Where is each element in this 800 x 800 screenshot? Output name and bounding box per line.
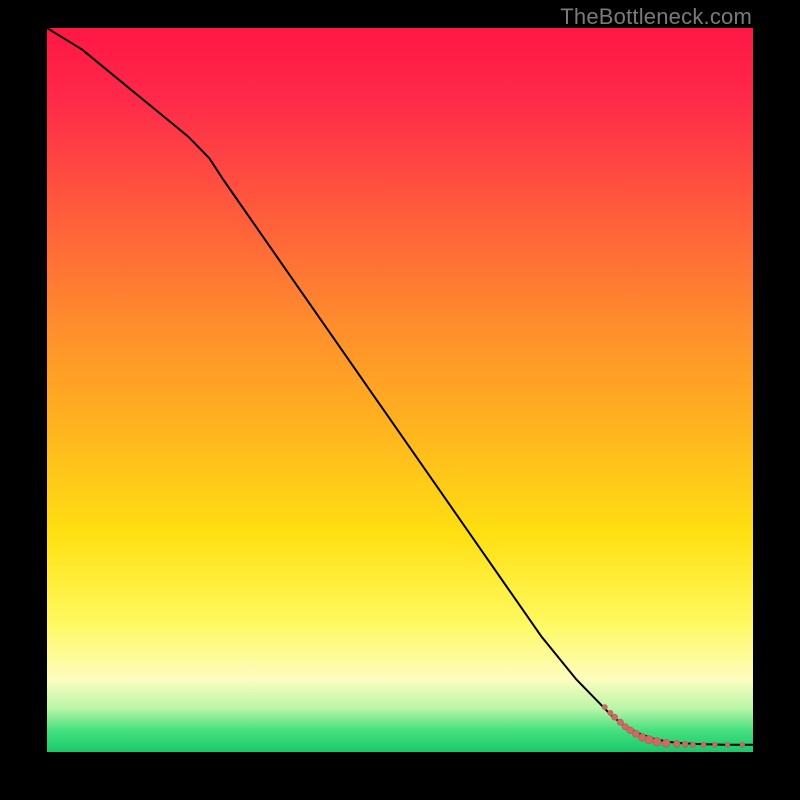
data-point (690, 742, 695, 747)
data-point (740, 742, 745, 747)
data-point (713, 742, 718, 747)
data-point (653, 738, 661, 746)
data-point (612, 714, 618, 720)
data-point (608, 710, 613, 715)
data-point (682, 741, 688, 747)
bottleneck-curve (47, 28, 753, 745)
data-point (602, 705, 607, 710)
data-point (725, 742, 730, 747)
data-point (673, 741, 680, 748)
data-point (701, 742, 706, 747)
data-point (645, 736, 653, 744)
tail-marker-cluster (602, 705, 745, 748)
chart-frame: TheBottleneck.com (0, 0, 800, 800)
watermark-text: TheBottleneck.com (560, 4, 752, 30)
chart-overlay (47, 28, 753, 752)
data-point (662, 739, 670, 747)
